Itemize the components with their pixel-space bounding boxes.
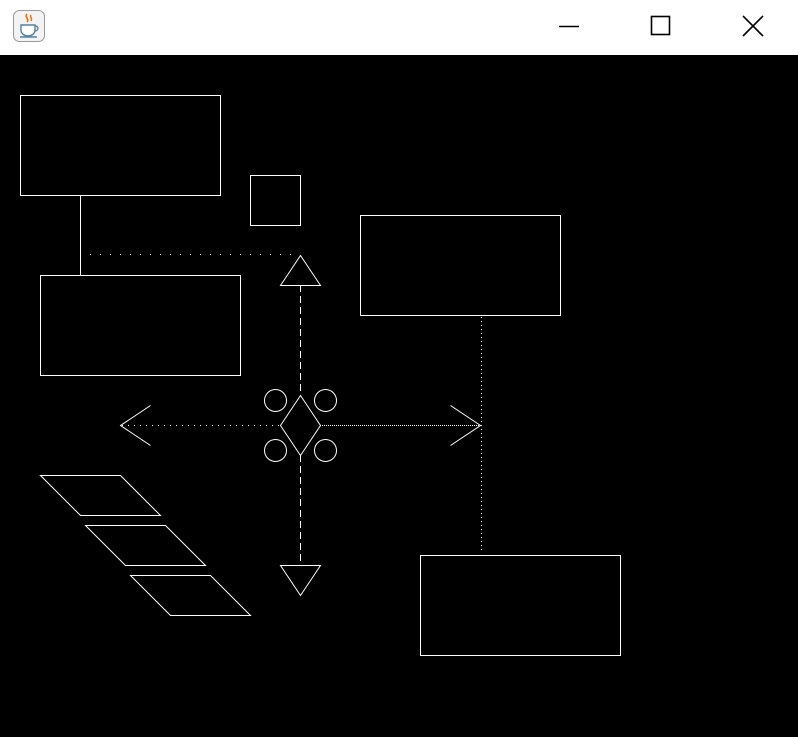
diamond[interactable]: [279, 394, 322, 457]
circle-bottom-left[interactable]: [264, 439, 287, 462]
close-icon: [742, 15, 764, 37]
circle-top-right[interactable]: [314, 389, 337, 412]
maximize-button[interactable]: [615, 0, 707, 55]
maximize-icon: [650, 15, 671, 36]
rectangle-top-right[interactable]: [360, 215, 561, 316]
drawing-canvas[interactable]: [0, 55, 798, 737]
parallelogram-3[interactable]: [129, 575, 252, 616]
app-window: [0, 0, 798, 737]
circle-top-left[interactable]: [264, 389, 287, 412]
arrow-down[interactable]: [279, 565, 322, 597]
small-square[interactable]: [250, 175, 301, 226]
title-bar[interactable]: [0, 0, 798, 55]
arrow-up[interactable]: [279, 254, 322, 286]
parallelogram-2[interactable]: [84, 525, 207, 566]
rectangle-bottom-right[interactable]: [420, 555, 621, 656]
circle-bottom-right[interactable]: [314, 439, 337, 462]
close-button[interactable]: [707, 0, 798, 55]
rectangle-top-left[interactable]: [20, 95, 221, 196]
parallelogram-1[interactable]: [39, 475, 162, 516]
rectangle-middle-left[interactable]: [40, 275, 241, 376]
minimize-button[interactable]: [523, 0, 615, 55]
java-coffee-cup-icon[interactable]: [13, 10, 45, 42]
